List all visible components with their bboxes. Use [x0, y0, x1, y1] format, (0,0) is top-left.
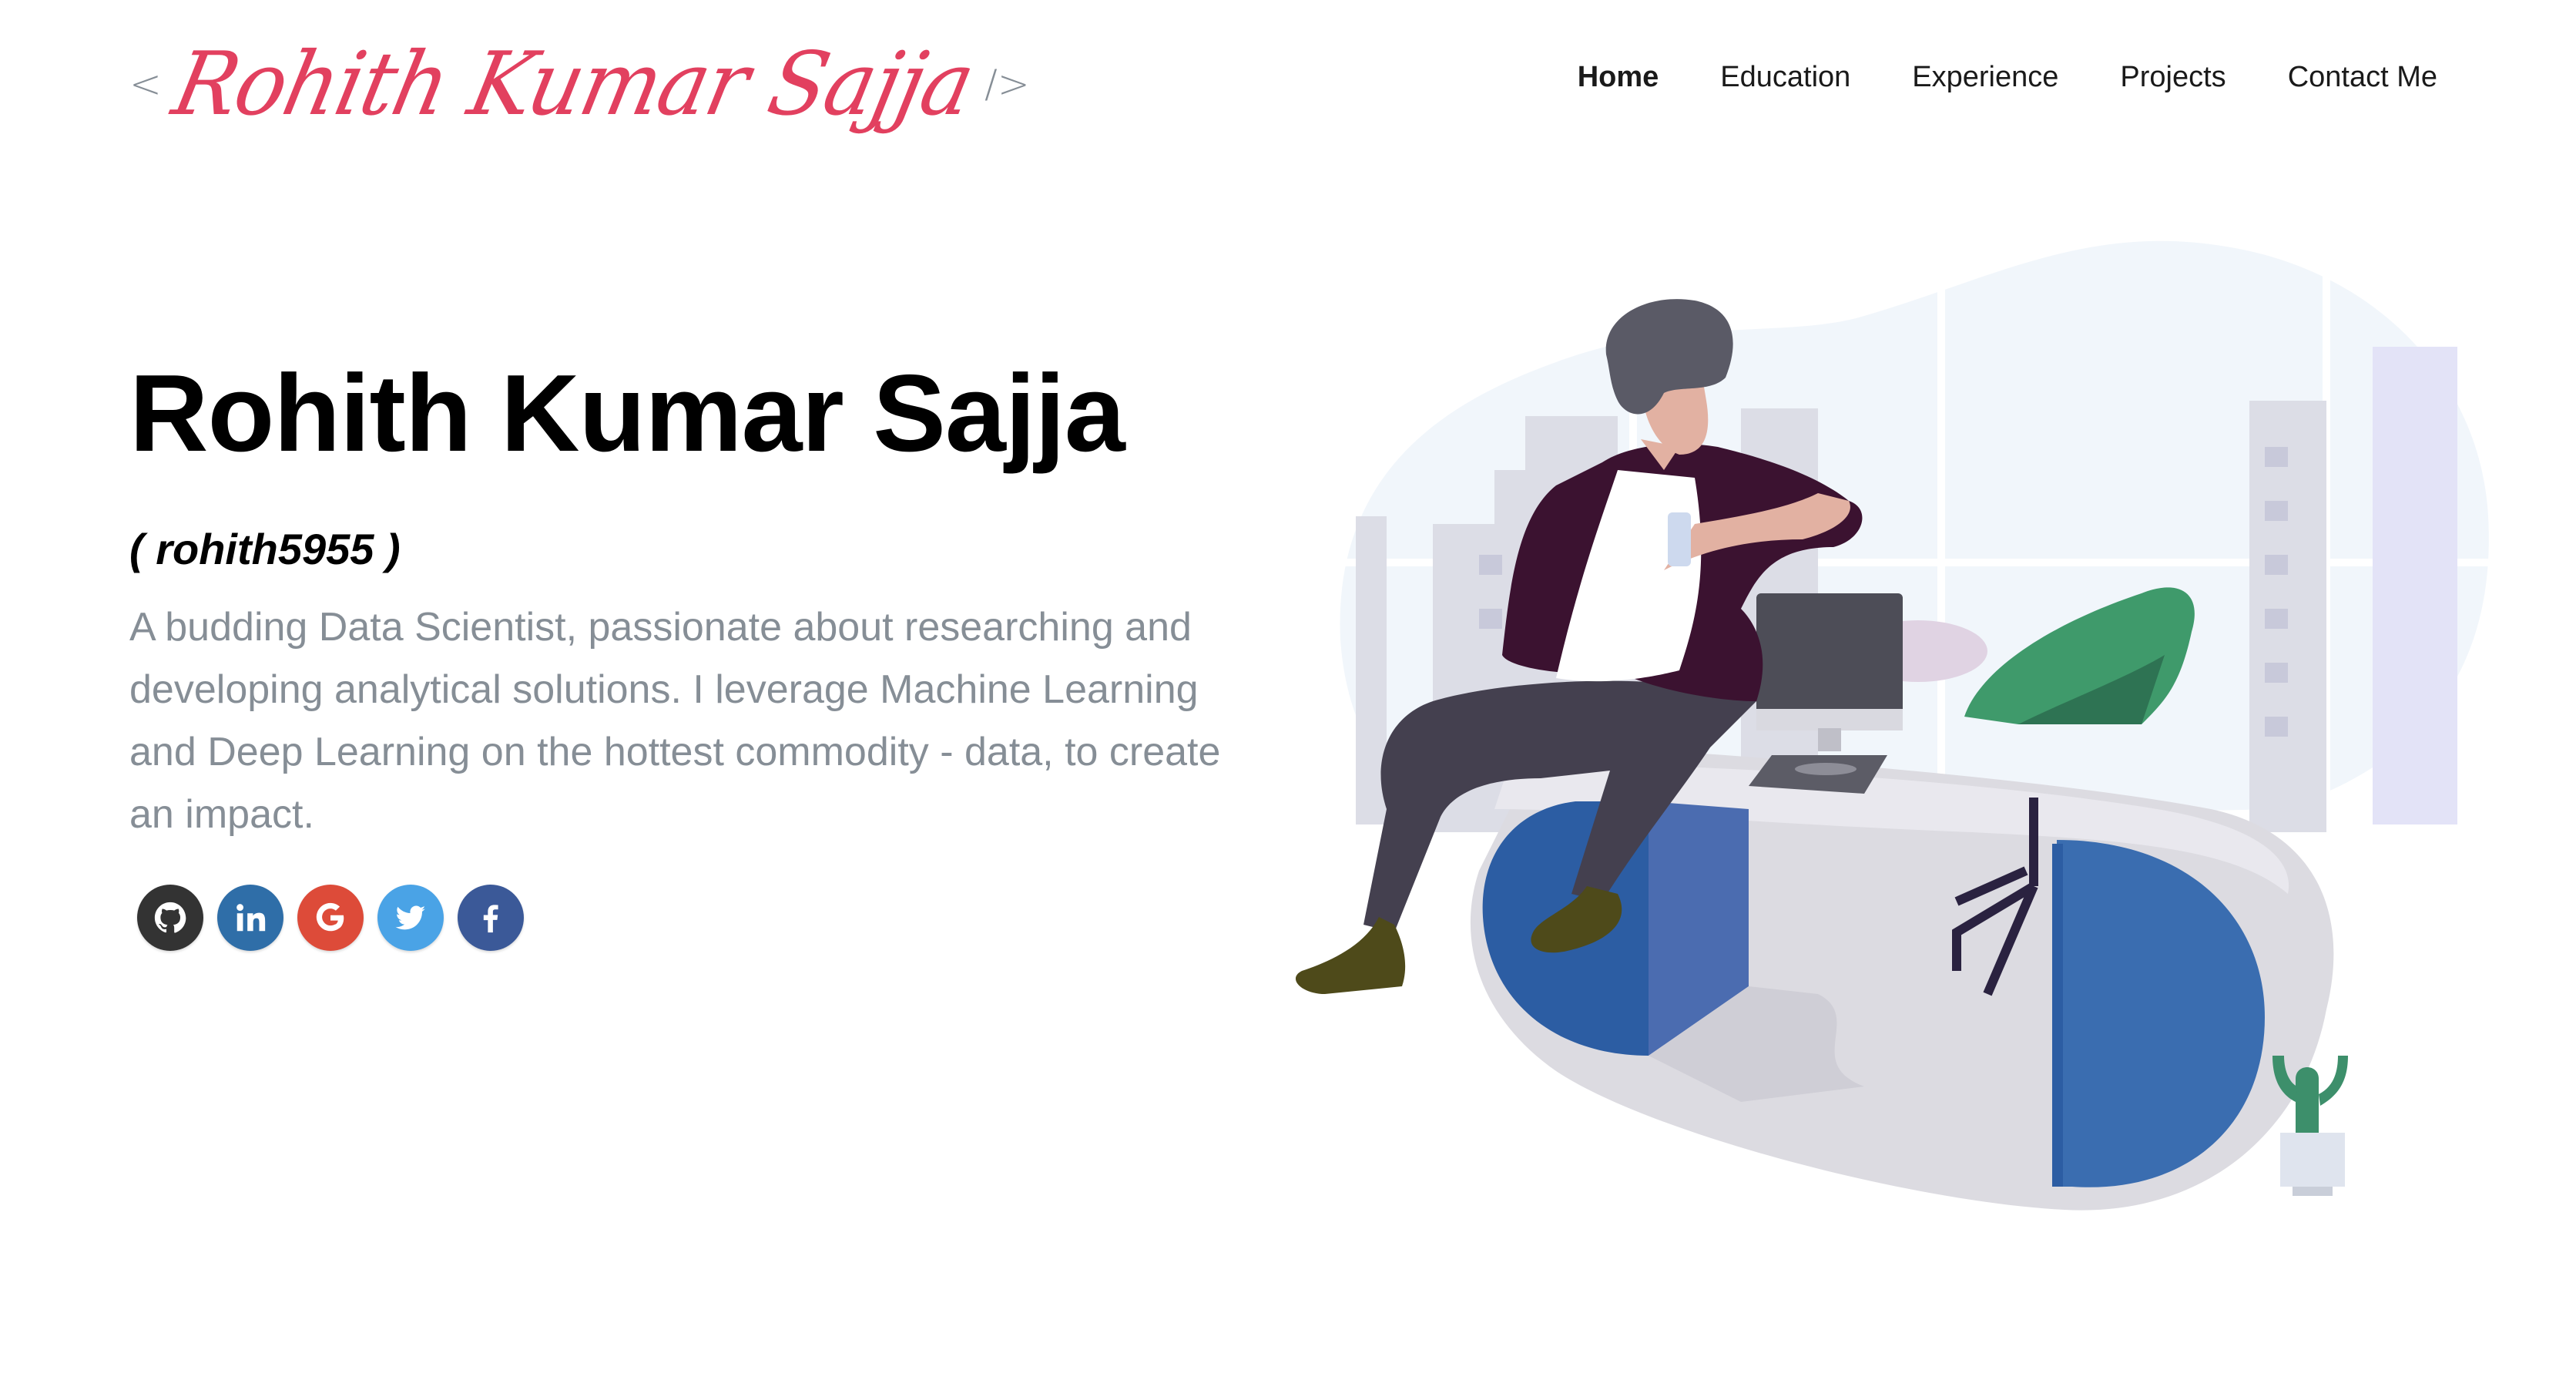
twitter-button[interactable]: [377, 885, 444, 951]
hero-bio: A budding Data Scientist, passionate abo…: [129, 605, 1221, 837]
hero-title: Rohith Kumar Sajja: [129, 352, 1125, 475]
nav-contact-me[interactable]: Contact Me: [2257, 54, 2468, 100]
monitor: [1749, 593, 1903, 794]
hero-handle: ( rohith5955 ): [129, 525, 401, 573]
logo-signature: Rohith Kumar Sajja: [164, 33, 981, 135]
nav-home[interactable]: Home: [1547, 54, 1690, 100]
nav-projects[interactable]: Projects: [2089, 54, 2256, 100]
github-button[interactable]: [137, 885, 203, 951]
phone: [1668, 512, 1691, 566]
google-button[interactable]: [297, 885, 364, 951]
facebook-icon: [483, 905, 498, 933]
cactus-plant: [2272, 1056, 2348, 1196]
person-sitting-on-desk-illustration: [1295, 239, 2496, 1211]
facebook-button[interactable]: [458, 885, 524, 951]
nav-experience[interactable]: Experience: [1881, 54, 2089, 100]
site-logo[interactable]: < Rohith Kumar Sajja />: [129, 26, 1030, 142]
google-icon: [316, 902, 344, 932]
logo-open-bracket: <: [129, 62, 162, 106]
logo-close-bracket: />: [984, 62, 1030, 106]
twitter-icon: [395, 905, 426, 930]
nav-education[interactable]: Education: [1689, 54, 1881, 100]
person-shoe-left: [1295, 917, 1406, 994]
github-icon: [154, 902, 186, 933]
main-nav: Home Education Experience Projects Conta…: [1547, 54, 2468, 100]
linkedin-button[interactable]: [217, 885, 283, 951]
linkedin-icon: [236, 904, 266, 932]
social-links: [137, 885, 524, 951]
